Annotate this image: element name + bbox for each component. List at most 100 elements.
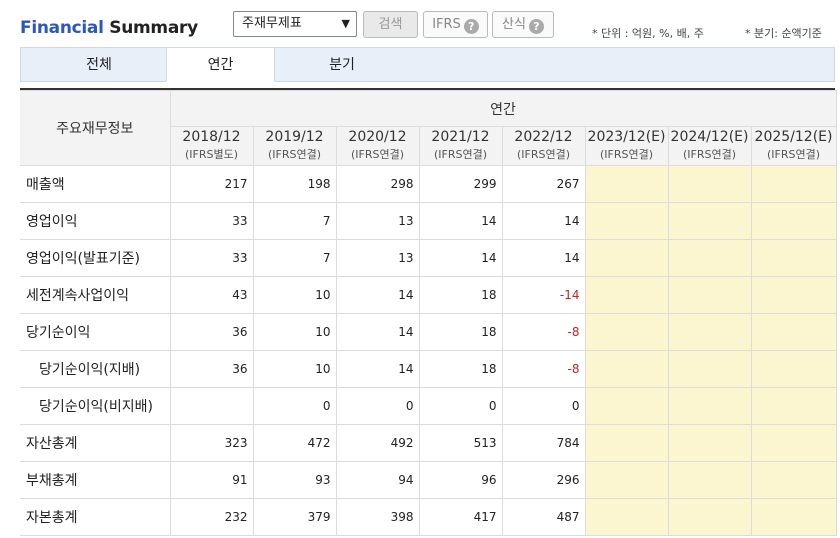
estimate-cell — [667, 498, 752, 536]
row-header-title: 주요재무정보 — [20, 90, 171, 166]
value-cell: 43 — [169, 276, 254, 314]
row-label: 세전계속사업이익 — [20, 276, 171, 314]
ifrs-help-button[interactable]: IFRS? — [423, 11, 488, 38]
value-cell: 13 — [335, 239, 420, 277]
value-cell: 487 — [501, 498, 586, 536]
row-label: 영업이익 — [20, 202, 171, 240]
row-label: 당기순이익(비지배) — [20, 387, 171, 425]
row-label: 매출액 — [20, 165, 171, 203]
title-summary: Summary — [109, 18, 198, 38]
row-label: 부채총계 — [20, 461, 171, 499]
estimate-cell — [750, 461, 837, 499]
chevron-down-icon: ▼ — [341, 17, 350, 30]
value-cell: 14 — [418, 239, 503, 277]
value-cell: 10 — [252, 350, 337, 388]
estimate-cell — [750, 424, 837, 462]
estimate-cell — [750, 276, 837, 314]
estimate-cell — [750, 387, 837, 425]
column-year: 2021/12 — [431, 129, 490, 145]
estimate-cell — [667, 387, 752, 425]
column-basis: (IFRS연결) — [433, 148, 488, 161]
estimate-cell — [584, 276, 669, 314]
value-cell: 36 — [169, 313, 254, 351]
estimate-cell — [584, 424, 669, 462]
value-cell: 33 — [169, 202, 254, 240]
column-year: 2023/12(E) — [587, 129, 666, 145]
value-cell: 14 — [335, 313, 420, 351]
column-header: 2021/12 (IFRS연결) — [418, 126, 503, 166]
column-header: 2019/12 (IFRS연결) — [252, 126, 337, 166]
estimate-cell — [667, 165, 752, 203]
estimate-cell — [667, 313, 752, 351]
value-cell: 0 — [335, 387, 420, 425]
value-cell: 33 — [169, 239, 254, 277]
estimate-cell — [584, 239, 669, 277]
value-cell: 472 — [252, 424, 337, 462]
column-header: 2020/12 (IFRS연결) — [335, 126, 420, 166]
value-cell: 296 — [501, 461, 586, 499]
value-cell: 93 — [252, 461, 337, 499]
title-financial: Financial — [20, 18, 104, 38]
tab-quarterly[interactable]: 분기 — [276, 47, 408, 82]
row-label: 자본총계 — [20, 498, 171, 536]
value-cell: 0 — [501, 387, 586, 425]
value-cell: 14 — [418, 202, 503, 240]
value-cell: 14 — [335, 350, 420, 388]
estimate-cell — [584, 313, 669, 351]
column-year: 2025/12(E) — [754, 129, 833, 145]
help-icon: ? — [528, 19, 544, 34]
tab-annual[interactable]: 연간 — [166, 47, 275, 82]
table-row: 영업이익(발표기준) 33 7 13 14 14 — [20, 239, 837, 277]
value-cell: 13 — [335, 202, 420, 240]
column-header: 2024/12(E) (IFRS연결) — [667, 126, 752, 166]
estimate-cell — [667, 239, 752, 277]
column-year: 2024/12(E) — [670, 129, 749, 145]
row-label: 당기순이익 — [20, 313, 171, 351]
value-cell-negative: -14 — [501, 276, 586, 314]
estimate-cell — [750, 313, 837, 351]
column-year: 2020/12 — [348, 129, 407, 145]
column-header: 2023/12(E) (IFRS연결) — [584, 126, 669, 166]
value-cell: 10 — [252, 276, 337, 314]
table-row: 매출액 217 198 298 299 267 — [20, 165, 837, 203]
column-header: 2018/12 (IFRS별도) — [169, 126, 254, 166]
statement-type-select[interactable]: 주재무제표 ▼ — [233, 11, 357, 37]
column-header: 2025/12(E) (IFRS연결) — [750, 126, 837, 166]
table-row: 자본총계 232 379 398 417 487 — [20, 498, 837, 536]
value-cell: 267 — [501, 165, 586, 203]
search-button[interactable]: 검색 — [363, 11, 418, 38]
column-year: 2019/12 — [265, 129, 324, 145]
value-cell: 18 — [418, 350, 503, 388]
column-year: 2018/12 — [182, 129, 241, 145]
tab-all[interactable]: 전체 — [29, 47, 169, 82]
page-title: Financial Summary — [20, 18, 198, 38]
value-cell: 96 — [418, 461, 503, 499]
row-label: 당기순이익(지배) — [20, 350, 171, 388]
value-cell: 18 — [418, 313, 503, 351]
value-cell: 417 — [418, 498, 503, 536]
column-basis: (IFRS연결) — [766, 148, 821, 161]
formula-help-button[interactable]: 산식? — [492, 11, 554, 38]
estimate-cell — [584, 387, 669, 425]
value-cell: 323 — [169, 424, 254, 462]
column-basis: (IFRS연결) — [682, 148, 737, 161]
estimate-cell — [667, 461, 752, 499]
annual-group-header: 연간 — [169, 90, 837, 127]
period-tabs: 전체 연간 분기 — [20, 47, 835, 82]
quarter-note: * 분기: 순액기준 — [745, 27, 822, 40]
value-cell: 513 — [418, 424, 503, 462]
unit-note: * 단위 : 억원, %, 배, 주 — [592, 27, 704, 40]
row-label: 영업이익(발표기준) — [20, 239, 171, 277]
value-cell: 91 — [169, 461, 254, 499]
value-cell: 7 — [252, 239, 337, 277]
table-row: 자산총계 323 472 492 513 784 — [20, 424, 837, 462]
estimate-cell — [667, 350, 752, 388]
formula-label: 산식 — [502, 17, 526, 32]
estimate-cell — [667, 276, 752, 314]
column-basis: (IFRS연결) — [599, 148, 654, 161]
estimate-cell — [750, 202, 837, 240]
value-cell: 36 — [169, 350, 254, 388]
column-basis: (IFRS연결) — [267, 148, 322, 161]
ifrs-label: IFRS — [432, 17, 461, 32]
value-cell: 14 — [501, 202, 586, 240]
